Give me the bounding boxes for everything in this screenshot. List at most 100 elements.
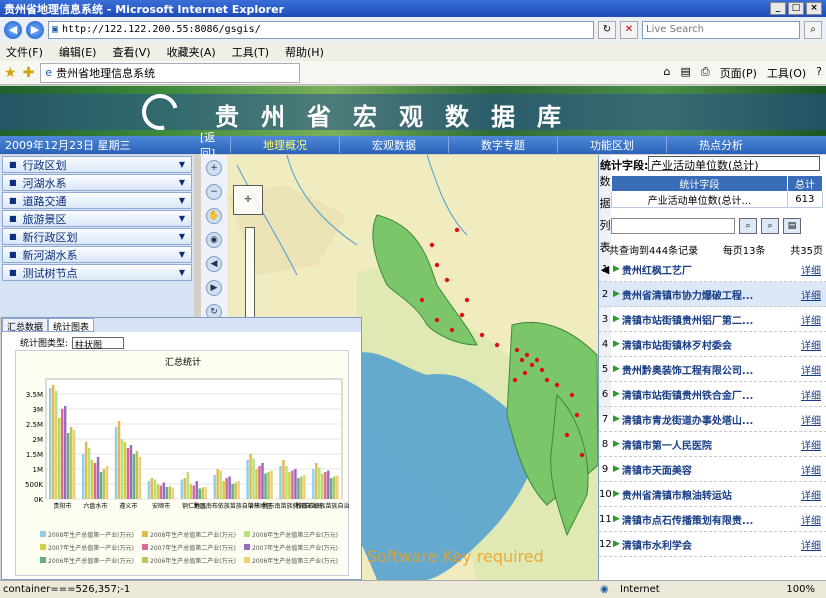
nav-geography[interactable]: 地理概况 — [230, 137, 339, 153]
search-icon[interactable]: ⌕ — [739, 218, 757, 234]
pan-hand-icon[interactable]: ✋ — [206, 208, 222, 224]
list-item[interactable]: 11 ▶ 清镇市点石传播策划有限责... 详细 — [599, 507, 826, 532]
bar — [330, 478, 333, 499]
item-name[interactable]: 清镇市青龙街道办事处塔山... — [622, 412, 795, 427]
globe-icon[interactable]: ◉ — [206, 232, 222, 248]
list-item[interactable]: 6 ▶ 清镇市站街镇贵州铁合金厂... 详细 — [599, 382, 826, 407]
map-zoom-slider[interactable] — [245, 227, 255, 327]
item-name[interactable]: 清镇市水利学会 — [622, 537, 795, 552]
sidebar-item-test-tree[interactable]: ■ 测试树节点 ▼ — [2, 264, 192, 281]
zoom-in-icon[interactable]: + — [206, 160, 222, 176]
favorites-star-icon[interactable]: ★ — [4, 65, 17, 81]
close-button[interactable]: × — [806, 2, 822, 15]
tab-stat-chart[interactable]: 统计图表 — [48, 318, 95, 333]
export-icon[interactable]: ▤ — [783, 218, 801, 234]
previous-view-icon[interactable]: ◀ — [206, 256, 222, 272]
print-icon[interactable]: ⎙ — [701, 65, 710, 81]
bar — [147, 481, 151, 499]
add-favorite-icon[interactable]: ✚ — [23, 65, 35, 81]
item-name[interactable]: 清镇市点石传播策划有限责... — [622, 512, 795, 527]
menu-edit[interactable]: 编辑(E) — [59, 44, 97, 60]
item-name[interactable]: 清镇市站街镇林歹村委会 — [622, 337, 795, 352]
detail-link[interactable]: 详细 — [795, 437, 826, 452]
feeds-icon[interactable]: ▤ — [680, 65, 690, 81]
bar — [195, 481, 198, 499]
menu-tools[interactable]: 工具(T) — [232, 44, 269, 60]
item-name[interactable]: 贵州红枫工艺厂 — [622, 262, 795, 277]
menu-file[interactable]: 文件(F) — [6, 44, 43, 60]
menu-view[interactable]: 查看(V) — [112, 44, 150, 60]
tab-summary-data[interactable]: 汇总数据 — [2, 318, 49, 333]
zoom-out-icon[interactable]: − — [206, 184, 222, 200]
list-item[interactable]: 5 ▶ 贵州黔奥装饰工程有限公司... 详细 — [599, 357, 826, 382]
bar — [105, 466, 109, 499]
sidebar-item-roads[interactable]: ■ 道路交通 ▼ — [2, 192, 192, 209]
home-icon[interactable]: ⌂ — [663, 65, 670, 81]
maximize-button[interactable]: □ — [788, 2, 804, 15]
bar — [69, 427, 73, 499]
item-name[interactable]: 清镇市第一人民医院 — [622, 437, 795, 452]
item-name[interactable]: 清镇市天面美容 — [622, 462, 795, 477]
bar — [117, 421, 121, 499]
detail-link[interactable]: 详细 — [795, 512, 826, 527]
detail-link[interactable]: 详细 — [795, 462, 826, 477]
zoom-level[interactable]: 100% — [786, 584, 823, 595]
item-name[interactable]: 贵州省清镇市粮油转运站 — [622, 487, 795, 502]
table-header: 总计 — [786, 175, 824, 192]
menu-favorites[interactable]: 收藏夹(A) — [167, 44, 216, 60]
page-menu[interactable]: 页面(P) — [720, 65, 757, 81]
detail-link[interactable]: 详细 — [795, 337, 826, 352]
detail-link[interactable]: 详细 — [795, 362, 826, 377]
item-name[interactable]: 清镇市站街镇贵州铁合金厂... — [622, 387, 795, 402]
bar — [99, 472, 103, 499]
forward-icon[interactable]: ▶ — [26, 20, 44, 39]
next-view-icon[interactable]: ▶ — [206, 280, 222, 296]
browser-tab[interactable]: e 贵州省地理信息系统 — [40, 62, 301, 83]
bullet-icon: ■ — [9, 160, 17, 169]
nav-macro-data[interactable]: 宏观数据 — [339, 137, 448, 153]
list-item[interactable]: 1 ▶ 贵州红枫工艺厂 详细 — [599, 257, 826, 282]
item-name[interactable]: 清镇市站街镇贵州铝厂第二... — [622, 312, 795, 327]
list-item[interactable]: 9 ▶ 清镇市天面美容 详细 — [599, 457, 826, 482]
nav-digital-topic[interactable]: 数字专题 — [448, 137, 557, 153]
search-icon[interactable]: ⌕ — [804, 20, 822, 39]
item-name[interactable]: 贵州黔奥装饰工程有限公司... — [622, 362, 795, 377]
detail-link[interactable]: 详细 — [795, 287, 826, 302]
list-item[interactable]: 7 ▶ 清镇市青龙街道办事处塔山... 详细 — [599, 407, 826, 432]
menu-help[interactable]: 帮助(H) — [285, 44, 324, 60]
sidebar-item-admin[interactable]: ■ 行政区划 ▼ — [2, 156, 192, 173]
chart-type-select[interactable]: 柱状图 — [72, 336, 125, 351]
list-item[interactable]: 4 ▶ 清镇市站街镇林歹村委会 详细 — [599, 332, 826, 357]
list-item[interactable]: 3 ▶ 清镇市站街镇贵州铝厂第二... 详细 — [599, 307, 826, 332]
stop-icon[interactable]: ✕ — [620, 20, 638, 39]
detail-link[interactable]: 详细 — [795, 487, 826, 502]
nav-hotspot[interactable]: 热点分析 — [666, 137, 775, 153]
url-field[interactable]: ▣ http://122.122.200.55:8086/gsgis/ — [48, 20, 594, 39]
bullet-icon: ■ — [9, 214, 17, 223]
stat-field-select[interactable]: 产业活动单位数(总计) — [648, 156, 820, 171]
detail-link[interactable]: 详细 — [795, 387, 826, 402]
list-item[interactable]: 2 ▶ 贵州省清镇市协力爆破工程... 详细 — [599, 282, 826, 307]
item-name[interactable]: 贵州省清镇市协力爆破工程... — [622, 287, 795, 302]
stats-search-input[interactable] — [611, 218, 735, 234]
minimize-button[interactable]: _ — [770, 2, 786, 15]
help-icon[interactable]: ? — [816, 65, 822, 81]
nav-function-zone[interactable]: 功能区划 — [557, 137, 666, 153]
list-item[interactable]: 12 ▶ 清镇市水利学会 详细 — [599, 532, 826, 557]
back-icon[interactable]: ◀ — [4, 20, 22, 39]
map-pan-control[interactable]: ✛ — [233, 185, 263, 215]
sidebar-item-tourism[interactable]: ■ 旅游景区 ▼ — [2, 210, 192, 227]
refresh-icon[interactable]: ↻ — [598, 20, 616, 39]
search-input[interactable]: Live Search — [642, 20, 800, 39]
tools-menu[interactable]: 工具(O) — [767, 65, 806, 81]
list-item[interactable]: 10 ▶ 贵州省清镇市粮油转运站 详细 — [599, 482, 826, 507]
list-item[interactable]: 8 ▶ 清镇市第一人民医院 详细 — [599, 432, 826, 457]
advanced-search-icon[interactable]: ⌕ — [761, 218, 779, 234]
detail-link[interactable]: 详细 — [795, 537, 826, 552]
sidebar-item-rivers[interactable]: ■ 河湖水系 ▼ — [2, 174, 192, 191]
sidebar-item-new-admin[interactable]: ■ 新行政区划 ▼ — [2, 228, 192, 245]
detail-link[interactable]: 详细 — [795, 262, 826, 277]
detail-link[interactable]: 详细 — [795, 312, 826, 327]
detail-link[interactable]: 详细 — [795, 412, 826, 427]
sidebar-item-new-rivers[interactable]: ■ 新河湖水系 ▼ — [2, 246, 192, 263]
